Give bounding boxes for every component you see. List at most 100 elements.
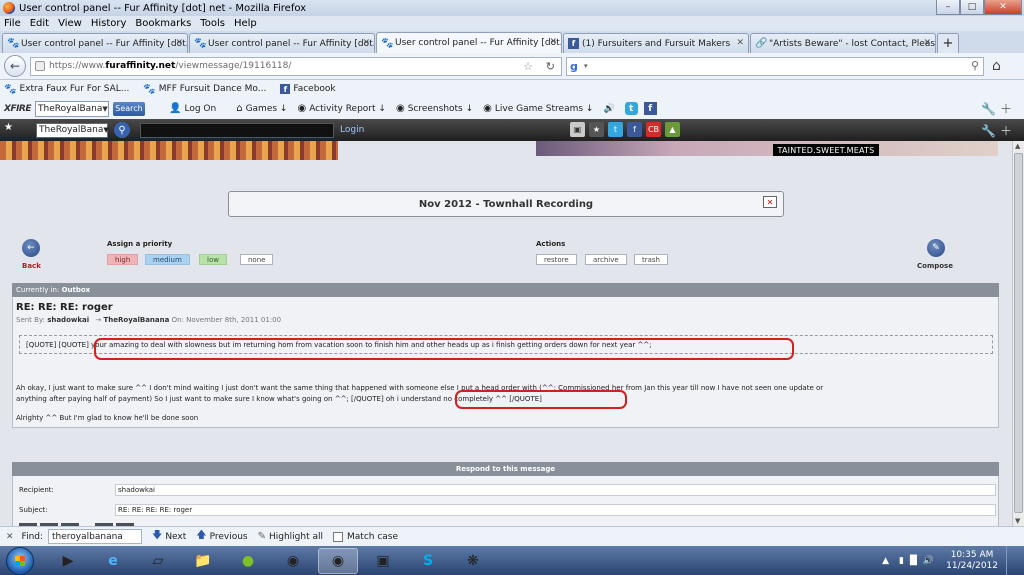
url-bar[interactable]: https://www. furaffinity.net/viewmessage/…	[30, 56, 562, 76]
speaker-icon[interactable]: 🔊	[603, 104, 614, 114]
google-icon[interactable]: g	[570, 60, 584, 73]
facebook-icon[interactable]: f	[643, 102, 657, 115]
show-hidden-icons-icon[interactable]: ▲	[882, 556, 889, 566]
sender-link[interactable]: shadowkai	[47, 316, 89, 324]
paint-icon[interactable]: ▣	[363, 548, 403, 574]
restore-button[interactable]: restore	[536, 254, 577, 265]
media-player-icon[interactable]: ▶	[48, 548, 88, 574]
tab-2[interactable]: 🐾 User control panel -- Fur Affinity [do…	[189, 33, 375, 53]
priority-none-button[interactable]: none	[240, 254, 274, 265]
find-input[interactable]: theroyalbanana	[48, 529, 143, 544]
site-identity-icon[interactable]	[35, 61, 45, 71]
signal-icon[interactable]: █	[910, 556, 917, 566]
network-icon[interactable]: ▮	[899, 556, 904, 566]
twitter-icon[interactable]: t	[608, 122, 623, 137]
wrench-icon[interactable]: 🔧 ＋	[981, 122, 1012, 139]
recipient-field[interactable]: shadowkai	[115, 484, 996, 496]
bookmark-item[interactable]: f Facebook	[280, 84, 336, 94]
xfire-search-button[interactable]: Search	[113, 101, 146, 116]
back-icon[interactable]: ←	[22, 239, 40, 257]
facebook-icon[interactable]: f	[627, 122, 642, 137]
start-button[interactable]	[6, 546, 34, 575]
maximize-button[interactable]: □	[960, 0, 984, 15]
scroll-down-icon[interactable]: ▼	[1015, 517, 1020, 525]
close-find-icon[interactable]: ✕	[6, 532, 14, 542]
compose-icon[interactable]: ✎	[927, 239, 945, 257]
xfire-logon[interactable]: 👤 Log On	[169, 103, 216, 114]
folder-icon[interactable]: 📁	[183, 548, 223, 574]
engine-dropdown-icon[interactable]: ▾	[584, 62, 588, 70]
scrollbar-thumb[interactable]	[1014, 153, 1023, 513]
tab-close-icon[interactable]: ✕	[175, 38, 183, 48]
tab-close-icon[interactable]: ✕	[362, 38, 370, 48]
xfire-games[interactable]: ⌂ Games ↓	[236, 103, 287, 114]
page-scrollbar[interactable]: ▲ ▼	[1012, 141, 1024, 526]
web-search-input[interactable]: g ▾ ⚲	[566, 56, 984, 76]
priority-low-button[interactable]: low	[199, 254, 227, 265]
tab-close-icon[interactable]: ✕	[549, 37, 557, 47]
recipient-link[interactable]: TheRoyalBanana	[103, 316, 169, 324]
home-icon[interactable]: ⌂	[992, 58, 1001, 74]
xfire-live-streams[interactable]: ◉ Live Game Streams ↓	[483, 103, 593, 114]
show-desktop-button[interactable]	[1006, 546, 1016, 575]
priority-high-button[interactable]: high	[107, 254, 139, 265]
photo-icon[interactable]: ▣	[570, 122, 585, 137]
login-link[interactable]: Login	[340, 125, 364, 135]
archive-button[interactable]: archive	[585, 254, 627, 265]
tab-1[interactable]: 🐾 User control panel -- Fur Affinity [do…	[2, 33, 188, 53]
bookmark-item[interactable]: 🐾 Extra Faux Fur For SAL...	[4, 84, 129, 95]
bookmark-item[interactable]: 🐾 MFF Fursuit Dance Mo...	[143, 84, 266, 95]
tab-close-icon[interactable]: ✕	[736, 38, 744, 48]
reload-icon[interactable]: ↻	[546, 60, 555, 73]
tab-5[interactable]: 🔗 "Artists Beware" - lost Contact, Pleas…	[750, 33, 936, 53]
back-arrow-icon[interactable]: ←	[4, 55, 26, 77]
search-icon[interactable]: ⚲	[971, 59, 979, 72]
match-case-checkbox[interactable]	[333, 531, 344, 542]
photoshop-icon[interactable]: ❋	[453, 548, 493, 574]
dark-search-input[interactable]	[140, 122, 334, 138]
menu-file[interactable]: File	[4, 18, 21, 29]
xfire-screenshots[interactable]: ◉ Screenshots ↓	[396, 103, 473, 114]
cb-icon[interactable]: CB	[646, 122, 661, 137]
shopping-icon[interactable]: ▲	[665, 122, 680, 137]
tab-3[interactable]: 🐾 User control panel -- Fur Affinity [do…	[376, 32, 562, 53]
firefox-taskbar-icon[interactable]: ◉	[318, 547, 358, 574]
taskbar-clock[interactable]: 10:35 AM 11/24/2012	[946, 550, 998, 572]
back-link[interactable]: Back	[22, 262, 41, 270]
highlight-all-button[interactable]: ✎ Highlight all	[258, 531, 323, 542]
bookmark-star-icon[interactable]: ☆	[523, 60, 533, 73]
menu-bookmarks[interactable]: Bookmarks	[135, 18, 191, 29]
find-previous-button[interactable]: 🡅 Previous	[196, 528, 247, 545]
minimize-button[interactable]: –	[936, 0, 960, 15]
dark-user-select[interactable]: TheRoyalBana ▼	[36, 122, 109, 138]
subject-field[interactable]: RE: RE: RE: RE: roger	[115, 504, 996, 516]
close-button[interactable]: ✕	[984, 0, 1022, 15]
volume-icon[interactable]: 🔊	[923, 556, 934, 566]
tab-close-icon[interactable]: ✕	[923, 38, 931, 48]
menu-view[interactable]: View	[58, 18, 82, 29]
chrome-icon[interactable]: ◉	[273, 548, 313, 574]
search-icon[interactable]: ⚲	[114, 122, 130, 138]
wrench-icon[interactable]: 🔧 ＋	[981, 100, 1012, 117]
announcement-box[interactable]: Nov 2012 - Townhall Recording ✕	[228, 191, 784, 217]
trash-button[interactable]: trash	[634, 254, 668, 265]
xfire-activity-report[interactable]: ◉ Activity Report ↓	[297, 103, 386, 114]
menu-help[interactable]: Help	[234, 18, 257, 29]
find-next-button[interactable]: 🡇 Next	[152, 528, 186, 545]
tab-4[interactable]: f (1) Fursuiters and Fursuit Makers ✕	[563, 33, 749, 53]
app-icon[interactable]: ★	[589, 122, 604, 137]
priority-medium-button[interactable]: medium	[145, 254, 190, 265]
xfire-user-select[interactable]: TheRoyalBana ▼	[35, 100, 110, 117]
skype-icon[interactable]: S	[408, 548, 448, 574]
compose-link[interactable]: Compose	[917, 262, 953, 270]
new-tab-button[interactable]: +	[937, 33, 959, 53]
internet-explorer-icon[interactable]: e	[93, 548, 133, 574]
xfire-app-icon[interactable]: ▱	[138, 548, 178, 574]
scroll-up-icon[interactable]: ▲	[1015, 142, 1020, 150]
spotify-icon[interactable]: ●	[228, 548, 268, 574]
menu-edit[interactable]: Edit	[30, 18, 49, 29]
dismiss-icon[interactable]: ✕	[763, 196, 777, 208]
twitter-icon[interactable]: t	[624, 102, 638, 115]
menu-tools[interactable]: Tools	[200, 18, 225, 29]
menu-history[interactable]: History	[91, 18, 127, 29]
